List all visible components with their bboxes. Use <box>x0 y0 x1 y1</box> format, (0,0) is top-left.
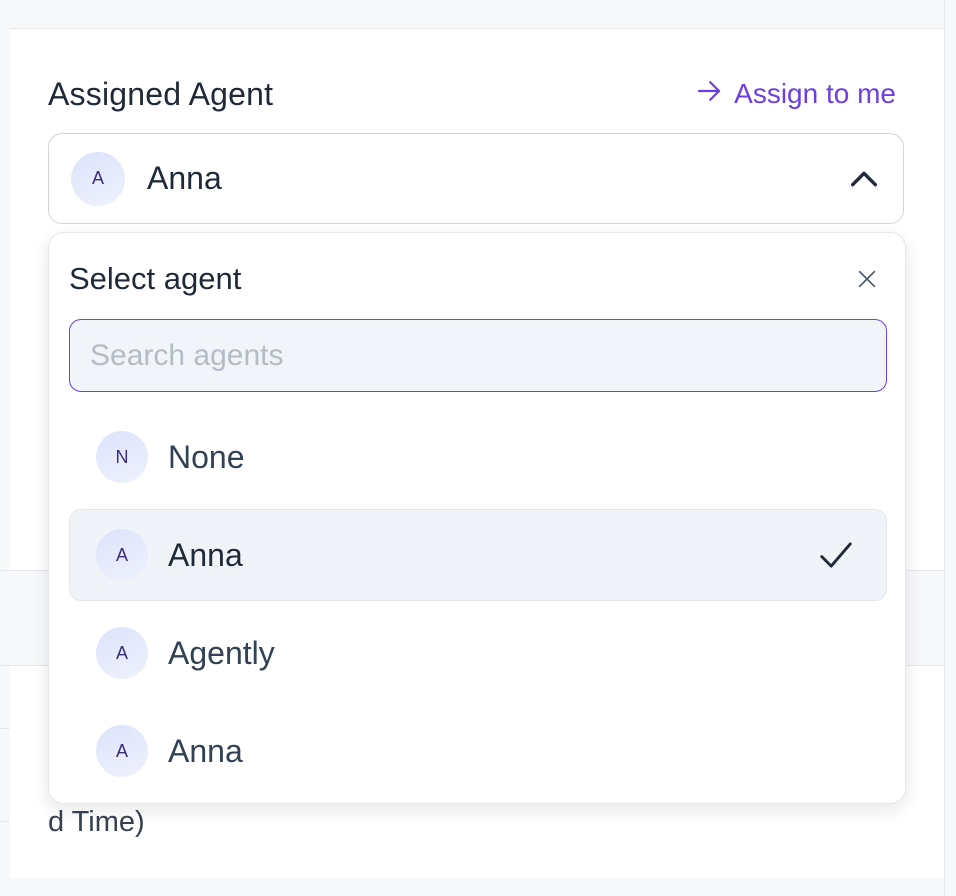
agent-name: Anna <box>168 536 243 573</box>
scrollbar-rail[interactable] <box>944 0 956 896</box>
assigned-agent-header: Assigned Agent Assign to me <box>48 72 896 116</box>
top-strip <box>0 0 944 29</box>
agent-name: None <box>168 438 245 475</box>
background-row <box>0 728 10 822</box>
agent-list: N None A Anna A Agently A Anna <box>69 411 887 803</box>
chevron-up-icon[interactable] <box>847 162 881 196</box>
dropdown-title: Select agent <box>69 261 242 296</box>
bottom-strip <box>0 878 944 896</box>
close-icon[interactable] <box>847 259 887 299</box>
agent-select[interactable]: A Anna <box>48 133 904 224</box>
agent-option-none[interactable]: N None <box>69 411 887 503</box>
assign-to-me-link[interactable]: Assign to me <box>694 76 896 113</box>
check-icon <box>816 535 856 575</box>
avatar: A <box>96 529 148 581</box>
agent-name: Agently <box>168 634 275 671</box>
search-input[interactable] <box>69 319 887 392</box>
agent-dropdown: Select agent N None A Anna A Agently <box>48 232 906 804</box>
avatar: A <box>96 627 148 679</box>
selected-agent-name: Anna <box>147 160 222 196</box>
agent-option-anna[interactable]: A Anna <box>69 705 887 797</box>
arrow-right-icon <box>694 76 724 113</box>
agent-option-anna-selected[interactable]: A Anna <box>69 509 887 601</box>
avatar: N <box>96 431 148 483</box>
avatar: A <box>96 725 148 777</box>
assign-to-me-label: Assign to me <box>734 78 896 109</box>
agent-option-agently[interactable]: A Agently <box>69 607 887 699</box>
agent-name: Anna <box>168 732 243 769</box>
dropdown-header: Select agent <box>69 257 887 301</box>
avatar: A <box>71 151 125 206</box>
section-title: Assigned Agent <box>48 75 274 112</box>
background-label-text: d Time) <box>48 806 145 838</box>
